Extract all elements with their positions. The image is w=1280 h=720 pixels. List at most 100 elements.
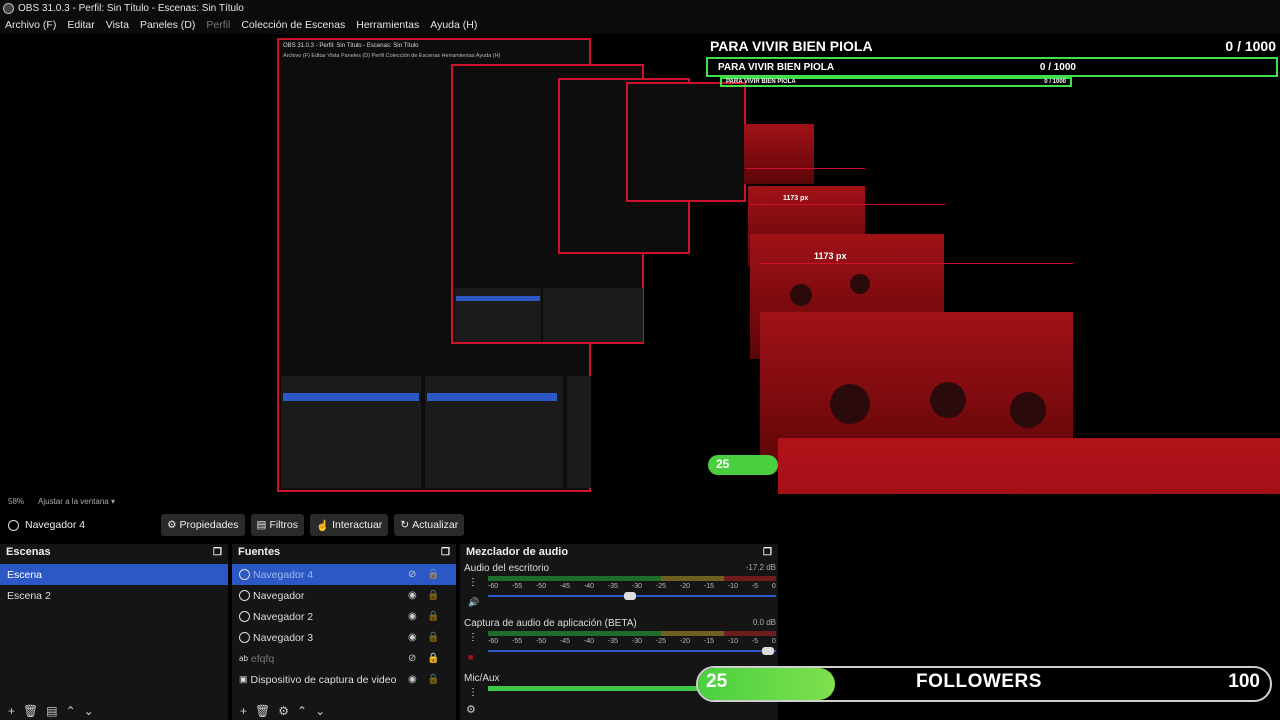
track-menu-icon[interactable]: ⋮ xyxy=(468,632,478,643)
menu-item[interactable]: Editar xyxy=(67,19,94,31)
scene-item[interactable]: Escena 2 xyxy=(0,585,228,606)
lock-icon[interactable]: 🔒 xyxy=(427,590,439,601)
goal-overlay-nested-2: PARA VIVIR BIEN PIOLA 0 / 1000 xyxy=(720,77,1072,87)
menu-item[interactable]: Archivo (F) xyxy=(5,19,56,31)
refresh-icon: ↻ xyxy=(400,519,410,531)
menu-bar: Archivo (F) Editar Vista Paneles (D) Perfil C… xyxy=(0,16,1280,34)
source-item[interactable]: Navegador 4 ⊘ 🔒 xyxy=(232,564,456,585)
lock-icon[interactable]: 🔒 xyxy=(427,569,439,580)
add-icon[interactable]: + xyxy=(240,704,247,718)
source-item[interactable]: ab efqfq ⊘ 🔒 xyxy=(232,648,456,669)
volume-meter xyxy=(488,576,776,581)
menu-item[interactable]: Colección de Escenas xyxy=(241,19,345,31)
guide-line xyxy=(750,204,945,205)
eye-icon[interactable]: ◉ xyxy=(408,632,417,643)
volume-meter xyxy=(488,631,776,636)
sources-header: Fuentes xyxy=(238,546,281,558)
globe-icon xyxy=(8,519,19,531)
goal-title: PARA VIVIR BIEN PIOLA xyxy=(710,38,873,54)
menu-item[interactable]: Paneles (D) xyxy=(140,19,195,31)
undock-icon[interactable]: ❐ xyxy=(441,547,450,558)
volume-slider[interactable] xyxy=(488,647,776,655)
scene-label: Escena xyxy=(7,568,43,581)
down-arrow-icon[interactable]: ⌄ xyxy=(84,704,94,718)
menu-item[interactable]: Herramientas xyxy=(356,19,419,31)
gear-icon: ⚙ xyxy=(167,519,177,531)
refresh-button[interactable]: ↻ Actualizar xyxy=(394,514,465,536)
track-name: Mic/Aux xyxy=(464,673,500,684)
up-arrow-icon[interactable]: ⌃ xyxy=(297,704,307,718)
mixer-track: Captura de audio de aplicación (BETA) 0.0… xyxy=(464,618,776,662)
gear-icon[interactable]: ⚙ xyxy=(278,704,289,718)
camera-icon: ▣ xyxy=(239,674,248,684)
hand-icon: ☝ xyxy=(316,519,330,532)
source-item[interactable]: ▣ Dispositivo de captura de video ◉ 🔒 xyxy=(232,669,456,690)
scene-item[interactable]: Escena xyxy=(0,564,228,585)
track-menu-icon[interactable]: ⋮ xyxy=(468,577,478,588)
goal-overlay: PARA VIVIR BIEN PIOLA 0 / 1000 xyxy=(710,36,1276,56)
nested-menu: Archivo (F) Editar Vista Paneles (D) Per… xyxy=(283,53,501,59)
width-label: 1173 px xyxy=(814,251,847,261)
lock-icon[interactable]: 🔒 xyxy=(427,632,439,643)
eye-hidden-icon[interactable]: ⊘ xyxy=(408,569,416,580)
sources-dock: Fuentes ❐ Navegador 4 ⊘ 🔒 Navegador ◉ 🔒 Navegad… xyxy=(232,544,456,720)
title-bar: OBS 31.0.3 - Perfil: Sin Título - Escena… xyxy=(0,0,1280,16)
source-toolbar: Navegador 4 ⚙ Propiedades ▤ Filtros ☝ Inter… xyxy=(0,512,776,538)
source-item[interactable]: Navegador 3 ◉ 🔒 xyxy=(232,627,456,648)
eye-hidden-icon[interactable]: ⊘ xyxy=(408,653,416,664)
source-label: Navegador 3 xyxy=(253,631,314,644)
eye-icon[interactable]: ◉ xyxy=(408,590,417,601)
scene-label: Escena 2 xyxy=(7,589,51,602)
width-label: 1173 px xyxy=(783,195,809,202)
properties-button[interactable]: ⚙ Propiedades xyxy=(161,514,245,536)
speaker-icon[interactable]: 🔊 xyxy=(468,597,479,608)
source-label: Navegador 4 xyxy=(253,568,314,581)
track-name: Audio del escritorio xyxy=(464,563,550,574)
filter-icon[interactable]: ▤ xyxy=(46,704,57,718)
mixer-header: Mezclador de audio xyxy=(466,546,569,558)
globe-icon xyxy=(239,569,250,580)
sources-footer: + 🗑 ⚙ ⌃ ⌄ xyxy=(232,702,325,720)
window-title: OBS 31.0.3 - Perfil: Sin Título - Escena… xyxy=(18,2,244,14)
scenes-footer: + 🗑 ▤ ⌃ ⌄ xyxy=(0,702,94,720)
zoom-level: 58% xyxy=(8,496,25,506)
preview-canvas[interactable]: OBS 31.0.3 - Perfil: Sin Título - Escena… xyxy=(0,34,1280,494)
source-label: efqfq xyxy=(250,652,275,665)
goal-progress-text: 0 / 1000 xyxy=(1225,38,1276,54)
track-db: 0.0 dB xyxy=(752,618,776,627)
nested-obs-window-4 xyxy=(626,82,746,202)
speaker-icon[interactable]: ■ xyxy=(468,652,473,662)
source-item[interactable]: Navegador 2 ◉ 🔒 xyxy=(232,606,456,627)
eye-icon[interactable]: ◉ xyxy=(408,674,417,685)
undock-icon[interactable]: ❐ xyxy=(213,547,222,558)
down-arrow-icon[interactable]: ⌄ xyxy=(315,704,325,718)
menu-item[interactable]: Vista xyxy=(106,19,129,31)
text-icon: ab xyxy=(239,654,248,663)
lock-icon[interactable]: 🔒 xyxy=(427,653,439,664)
mixer-gear-icon[interactable]: ⚙ xyxy=(466,703,476,716)
track-menu-icon[interactable]: ⋮ xyxy=(468,687,478,698)
track-db: -17.2 dB xyxy=(745,563,776,572)
filter-icon: ▤ xyxy=(256,519,267,531)
eye-icon[interactable]: ◉ xyxy=(408,611,417,622)
add-icon[interactable]: + xyxy=(8,704,15,718)
filters-button[interactable]: ▤ Filtros xyxy=(250,514,305,536)
up-arrow-icon[interactable]: ⌃ xyxy=(66,704,76,718)
fit-dropdown[interactable]: Ajustar a la ventana ▾ xyxy=(38,497,115,506)
interact-button[interactable]: ☝ Interactuar xyxy=(310,514,389,536)
nested-camera-frame-1 xyxy=(744,124,814,184)
lock-icon[interactable]: 🔒 xyxy=(427,611,439,622)
menu-item[interactable]: Perfil xyxy=(206,19,230,31)
source-item[interactable]: Navegador ◉ 🔒 xyxy=(232,585,456,606)
nested-followers-badge: 25 xyxy=(708,455,778,475)
trash-icon[interactable]: 🗑 xyxy=(255,704,270,718)
source-label: Dispositivo de captura de video xyxy=(250,673,397,686)
lock-icon[interactable]: 🔒 xyxy=(427,674,439,685)
menu-item[interactable]: Ayuda (H) xyxy=(430,19,477,31)
followers-label: FOLLOWERS xyxy=(916,671,1042,692)
obs-logo-icon xyxy=(3,2,14,14)
followers-goal-bar: 25 FOLLOWERS 100 xyxy=(696,666,1272,702)
volume-slider[interactable] xyxy=(488,592,776,600)
trash-icon[interactable]: 🗑 xyxy=(23,704,38,718)
undock-icon[interactable]: ❐ xyxy=(763,547,772,558)
